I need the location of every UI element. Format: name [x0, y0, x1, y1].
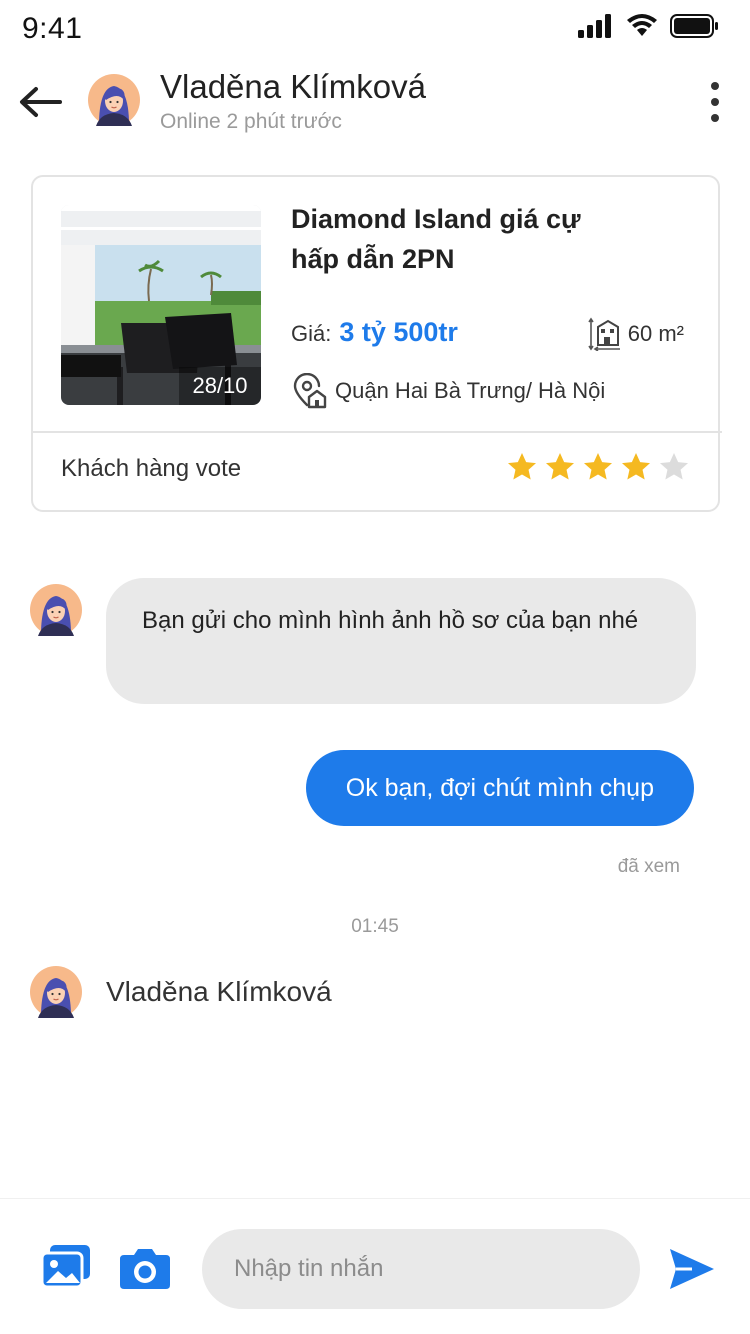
avatar[interactable] [30, 966, 82, 1018]
outgoing-message[interactable]: Ok bạn, đợi chút mình chụp [305, 750, 694, 826]
divider [33, 431, 722, 433]
location-row: Quận Hai Bà Trưng/ Hà Nội [291, 373, 605, 409]
star-rating[interactable] [506, 451, 690, 483]
area-value: 60 m² [627, 321, 684, 346]
listing-title[interactable]: Diamond Island giá cự hấp dẫn 2PN [291, 199, 631, 279]
wifi-icon [627, 14, 657, 36]
message-composer [0, 1198, 750, 1334]
seen-status: đã xem [617, 856, 680, 877]
avatar[interactable] [88, 74, 140, 126]
area-icon [588, 317, 620, 351]
price-label: Giá: [291, 321, 332, 346]
send-icon[interactable] [668, 1247, 716, 1291]
price-value: 3 tỷ 500tr [339, 317, 458, 347]
gallery-icon[interactable] [40, 1243, 92, 1291]
incoming-message[interactable]: Bạn gửi cho mình hình ảnh hồ sơ của bạn … [106, 578, 696, 704]
status-icons [578, 14, 720, 38]
contact-name: Vladěna Klímková [160, 68, 426, 105]
signal-icon [578, 14, 611, 38]
timestamp: 01:45 [351, 916, 399, 937]
camera-icon[interactable] [118, 1247, 172, 1291]
star-icon[interactable] [582, 451, 614, 483]
listing-thumbnail[interactable]: 28/10 [61, 205, 261, 405]
sender-name: Vladěna Klímková [106, 976, 332, 1007]
chat-header: Vladěna Klímková Online 2 phút trước [0, 62, 750, 142]
status-time: 9:41 [22, 12, 83, 45]
location-pin-icon [293, 373, 327, 409]
status-bar: 9:41 [0, 0, 750, 60]
star-icon[interactable] [506, 451, 538, 483]
back-button[interactable] [16, 78, 64, 126]
price-row: Giá: 3 tỷ 500tr [291, 317, 458, 348]
image-counter: 28/10 [179, 367, 261, 405]
online-status: Online 2 phút trước [160, 110, 342, 133]
star-icon[interactable] [620, 451, 652, 483]
back-arrow-icon [20, 87, 62, 117]
message-input[interactable] [202, 1229, 640, 1309]
location-text: Quận Hai Bà Trưng/ Hà Nội [335, 378, 606, 403]
area-row: 60 m² [588, 317, 684, 351]
avatar[interactable] [30, 584, 82, 636]
vote-label: Khách hàng vote [61, 455, 242, 482]
battery-icon [670, 14, 718, 38]
star-icon[interactable] [658, 451, 690, 483]
more-vertical-icon [711, 82, 719, 90]
star-icon[interactable] [544, 451, 576, 483]
listing-card[interactable]: 28/10 Diamond Island giá cự hấp dẫn 2PN … [31, 175, 722, 512]
more-options-button[interactable] [700, 72, 730, 132]
